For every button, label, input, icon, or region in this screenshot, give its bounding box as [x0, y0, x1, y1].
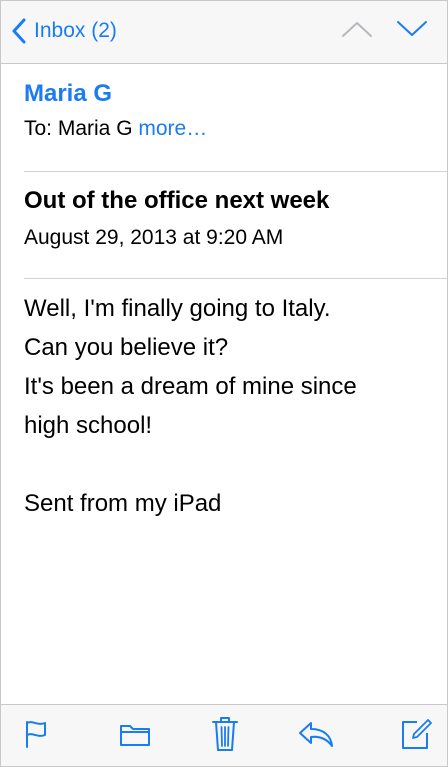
recipients-line: To: Maria G more…: [24, 114, 207, 144]
message-subject: Out of the office next week: [24, 187, 330, 214]
delete-button[interactable]: [205, 716, 245, 757]
reply-button[interactable]: [296, 717, 336, 755]
body-line: It's been a dream of mine since: [24, 373, 357, 400]
navigation-bar: Inbox (2): [1, 1, 447, 64]
move-to-folder-button[interactable]: [115, 717, 155, 755]
back-button-label: Inbox (2): [34, 19, 117, 42]
email-signature: Sent from my iPad: [24, 490, 222, 517]
message-body: Well, I'm finally going to Italy. Can yo…: [24, 289, 434, 523]
chevron-up-icon: [341, 20, 373, 43]
bottom-toolbar: [1, 704, 447, 766]
recipients-text: To: Maria G: [24, 117, 133, 140]
header-divider: [24, 171, 447, 172]
mail-message-screen: Inbox (2) Maria G To: Maria G more… Out …: [0, 0, 448, 767]
previous-message-button[interactable]: [340, 15, 374, 47]
compose-button[interactable]: [396, 717, 436, 755]
trash-icon: [211, 716, 239, 757]
body-line: Can you believe it?: [24, 334, 229, 361]
flag-icon: [23, 719, 49, 754]
back-to-inbox-button[interactable]: Inbox (2): [11, 15, 117, 47]
next-message-button[interactable]: [395, 15, 429, 47]
subject-divider: [24, 278, 447, 279]
chevron-down-icon: [396, 20, 428, 43]
body-line: high school!: [24, 412, 153, 439]
reply-icon: [297, 720, 335, 753]
body-blank-line: [24, 445, 434, 484]
compose-icon: [399, 717, 433, 756]
more-recipients-link[interactable]: more…: [138, 117, 207, 140]
message-date: August 29, 2013 at 9:20 AM: [24, 226, 284, 249]
body-line: Well, I'm finally going to Italy.: [24, 295, 331, 322]
sender-name[interactable]: Maria G: [24, 77, 112, 111]
flag-button[interactable]: [16, 717, 56, 755]
folder-icon: [119, 721, 151, 752]
chevron-left-icon: [11, 18, 27, 44]
